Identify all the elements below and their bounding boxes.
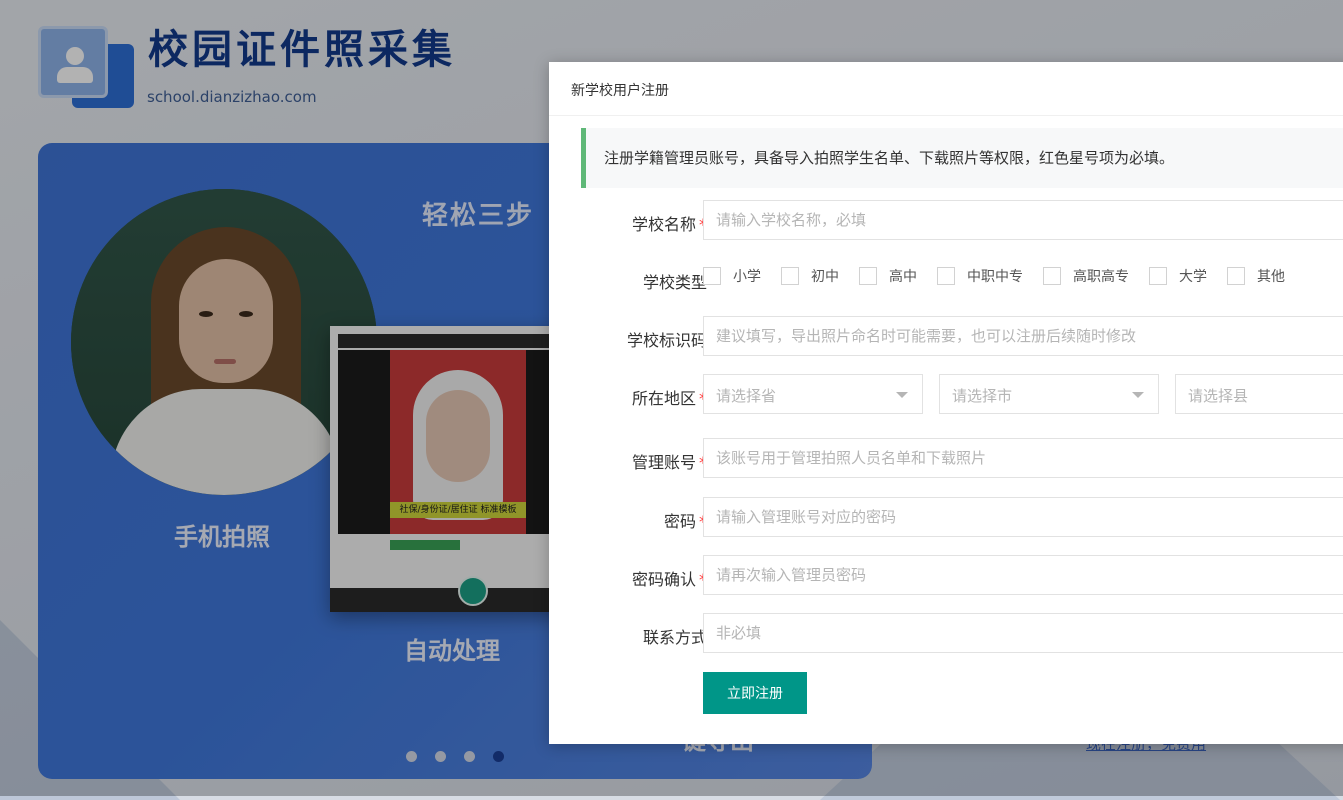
checkbox[interactable] [1227,267,1245,285]
contact-input[interactable] [703,613,1343,653]
password-label: 密码* [664,508,707,532]
notice-text: 注册学籍管理员账号，具备导入拍照学生名单、下载照片等权限，红色星号项为必填。 [604,149,1175,167]
dialog-header: 新学校用户注册 [549,62,1343,116]
school-code-label: 学校标识码 [626,331,707,350]
option-label: 初中 [811,269,839,285]
school-type-option[interactable]: 大学 [1149,266,1207,286]
school-code-row: 学校标识码 [549,316,1343,358]
region-label: 所在地区* [632,385,707,409]
option-label: 高职高专 [1073,269,1129,285]
region-row: 所在地区* 请选择省 请选择市 请选择县 [549,374,1343,416]
school-name-input[interactable] [703,200,1343,240]
label-text: 密码 [663,512,696,531]
password-confirm-label: 密码确认* [632,566,707,590]
school-type-option[interactable]: 中职中专 [937,266,1023,286]
option-label: 高中 [889,269,917,285]
register-dialog: 新学校用户注册 注册学籍管理员账号，具备导入拍照学生名单、下载照片等权限，红色星… [549,62,1343,744]
school-type-options: 小学 初中 高中 中职中专 高职高专 大学 其他 [703,266,1305,286]
contact-label: 联系方式 [642,628,707,647]
label-text: 所在地区 [631,389,696,408]
label-text: 学校名称 [631,215,696,234]
city-select[interactable]: 请选择市 [939,374,1159,414]
checkbox[interactable] [1043,267,1061,285]
school-type-option[interactable]: 初中 [781,266,839,286]
dialog-title: 新学校用户注册 [571,83,669,99]
register-button[interactable]: 立即注册 [703,672,807,714]
password-confirm-input[interactable] [703,555,1343,595]
label-text: 管理账号 [631,453,696,472]
option-label: 其他 [1257,269,1285,285]
select-placeholder: 请选择市 [952,387,1013,405]
select-placeholder: 请选择省 [716,387,777,405]
option-label: 小学 [733,269,761,285]
password-confirm-row: 密码确认* [549,555,1343,597]
checkbox[interactable] [859,267,877,285]
checkbox[interactable] [1149,267,1167,285]
school-code-input[interactable] [703,316,1343,356]
school-type-option[interactable]: 小学 [703,266,761,286]
school-type-row: 学校类型 小学 初中 高中 中职中专 高职高专 大学 其他 [549,258,1343,300]
chevron-down-icon [1132,392,1144,398]
checkbox[interactable] [703,267,721,285]
school-type-option[interactable]: 高中 [859,266,917,286]
checkbox[interactable] [937,267,955,285]
chevron-down-icon [896,392,908,398]
account-input[interactable] [703,438,1343,478]
option-label: 中职中专 [967,269,1023,285]
province-select[interactable]: 请选择省 [703,374,923,414]
contact-row: 联系方式 [549,613,1343,655]
account-label: 管理账号* [632,449,707,473]
checkbox[interactable] [781,267,799,285]
school-type-option[interactable]: 其他 [1227,266,1285,286]
label-text: 密码确认 [631,570,696,589]
password-input[interactable] [703,497,1343,537]
school-name-row: 学校名称* [549,200,1343,242]
password-row: 密码* [549,497,1343,539]
county-select[interactable]: 请选择县 [1175,374,1343,414]
select-placeholder: 请选择县 [1188,387,1249,405]
school-type-option[interactable]: 高职高专 [1043,266,1129,286]
notice-box: 注册学籍管理员账号，具备导入拍照学生名单、下载照片等权限，红色星号项为必填。 [581,128,1343,188]
school-type-label: 学校类型 [642,273,707,292]
option-label: 大学 [1179,269,1207,285]
account-row: 管理账号* [549,438,1343,480]
school-name-label: 学校名称* [632,211,707,235]
